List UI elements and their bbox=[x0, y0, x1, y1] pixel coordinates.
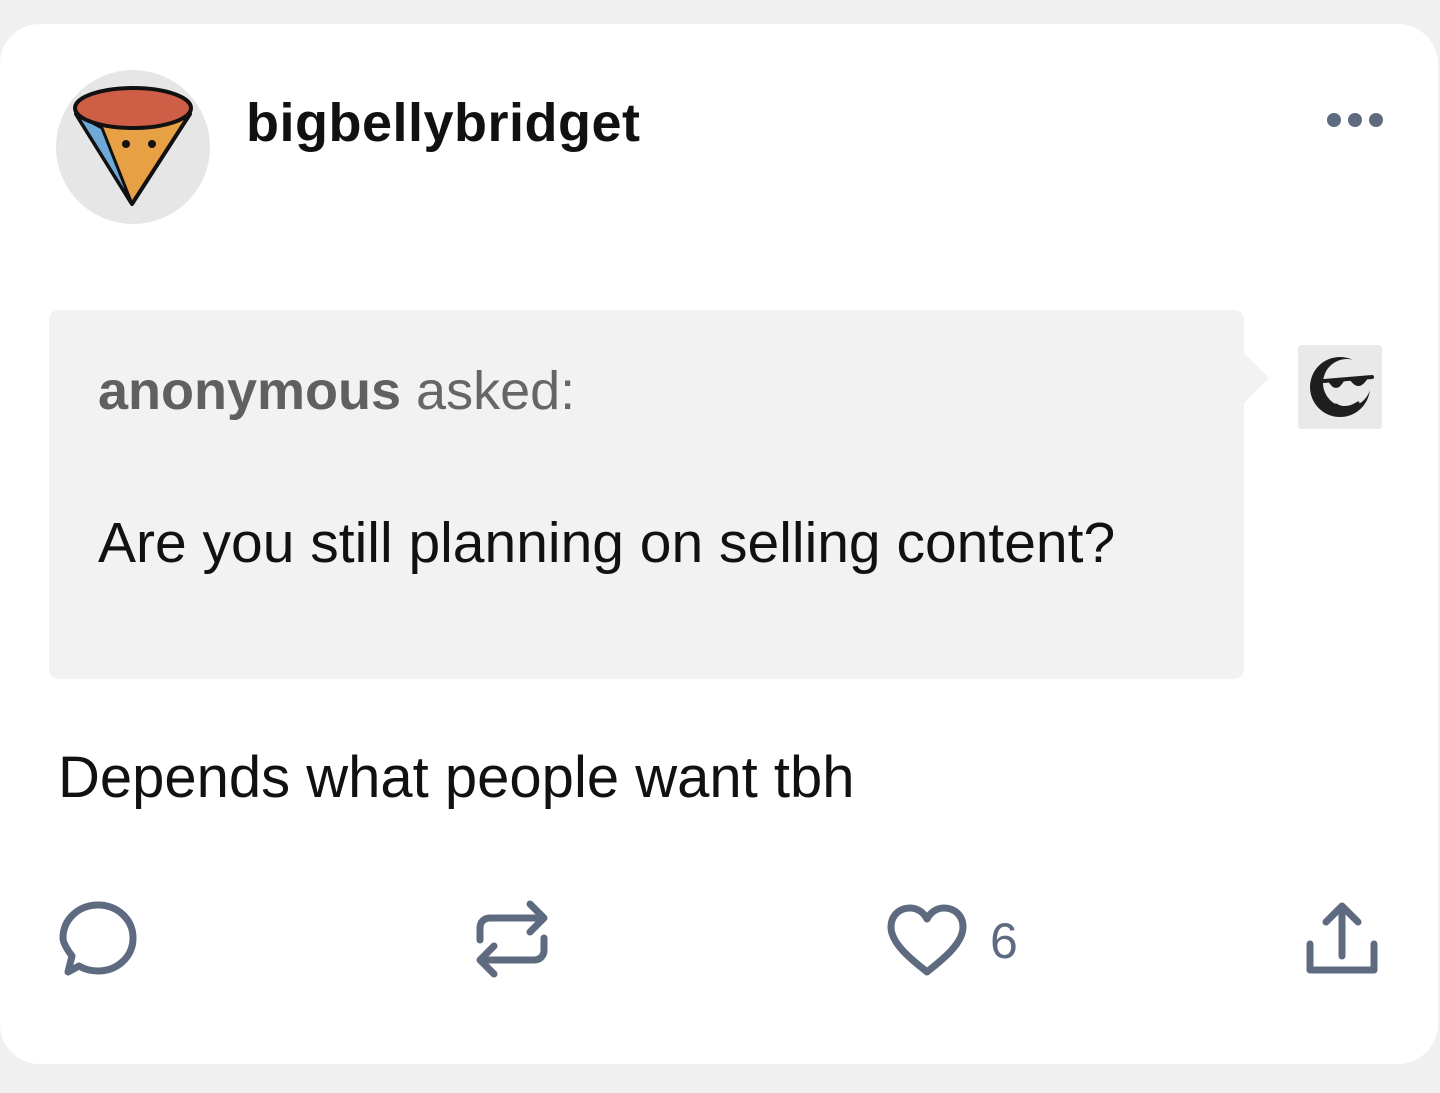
reblog-button[interactable] bbox=[470, 894, 554, 984]
blog-username[interactable]: bigbellybridget bbox=[246, 88, 641, 158]
share-icon bbox=[1306, 902, 1378, 974]
reblog-icon bbox=[476, 900, 548, 978]
pizza-slice-avatar-icon bbox=[73, 86, 193, 206]
reply-button[interactable] bbox=[56, 898, 140, 982]
asked-label: asked: bbox=[401, 361, 576, 421]
blog-avatar[interactable] bbox=[56, 70, 210, 224]
ask-bubble-tail bbox=[1243, 352, 1269, 404]
ask-question: Are you still planning on selling conten… bbox=[98, 511, 1116, 575]
heart-icon bbox=[887, 904, 967, 976]
anonymous-sunglasses-avatar-icon bbox=[1310, 357, 1374, 417]
share-button[interactable] bbox=[1302, 900, 1382, 980]
answer-text: Depends what people want tbh bbox=[58, 745, 855, 810]
like-button[interactable] bbox=[884, 900, 970, 980]
asker-avatar bbox=[1298, 345, 1382, 429]
reply-bubble-icon bbox=[59, 901, 137, 976]
more-options-button[interactable] bbox=[1320, 100, 1390, 140]
asker-line: anonymous asked: bbox=[98, 356, 575, 426]
asker-name: anonymous bbox=[98, 361, 402, 421]
like-count: 6 bbox=[990, 913, 1018, 969]
ellipsis-icon bbox=[1327, 113, 1383, 127]
